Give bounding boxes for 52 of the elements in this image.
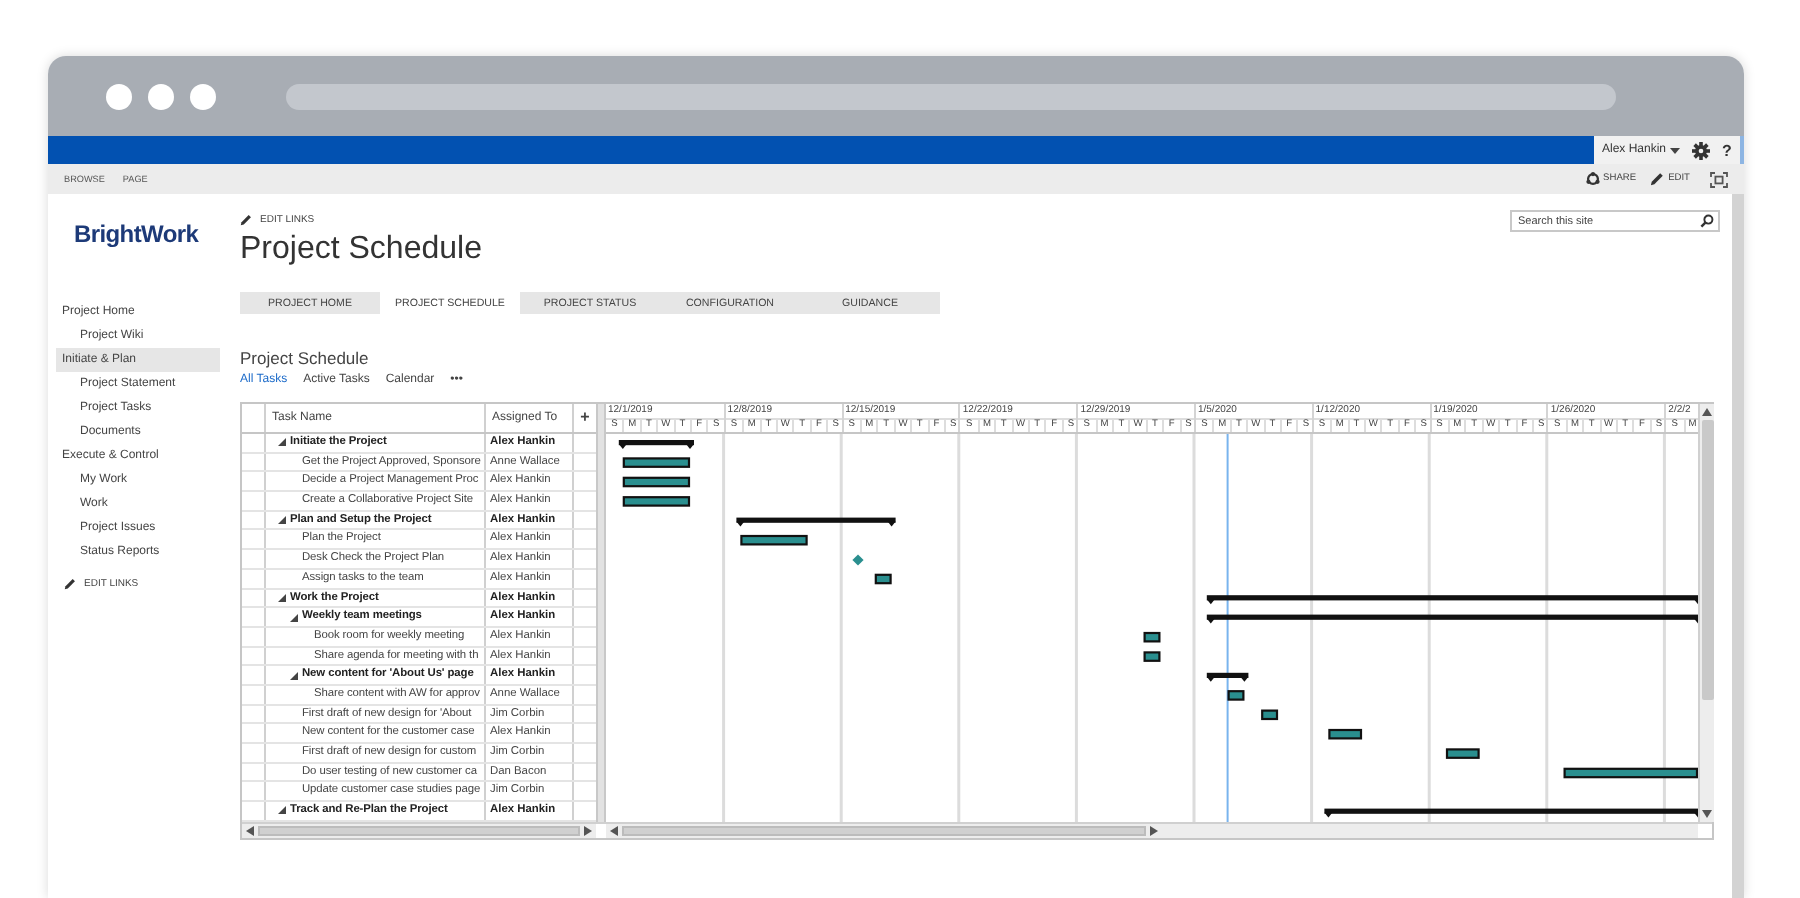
add-column-button[interactable]: + [574, 404, 596, 432]
section-title: Project Schedule [240, 348, 369, 370]
help-button[interactable]: ? [1722, 141, 1732, 159]
pencil-icon [1650, 172, 1665, 186]
scrollbar-thumb[interactable] [258, 826, 580, 836]
task-bar[interactable] [622, 457, 691, 468]
collapse-icon[interactable] [290, 671, 298, 680]
collapse-icon[interactable] [278, 516, 286, 525]
page-scrollbar[interactable] [1732, 194, 1744, 898]
task-bar[interactable] [740, 534, 808, 546]
scroll-right-icon[interactable] [584, 826, 592, 836]
scroll-down-icon[interactable] [1702, 810, 1712, 818]
collapse-icon[interactable] [278, 806, 286, 815]
scroll-right-icon[interactable] [1150, 826, 1158, 836]
settings-icon[interactable] [1692, 141, 1711, 159]
scroll-left-icon[interactable] [246, 826, 254, 836]
task-bar[interactable] [1143, 631, 1161, 643]
task-bar[interactable] [1445, 748, 1480, 759]
share-icon [1585, 172, 1600, 186]
task-bar[interactable] [622, 496, 691, 507]
collapse-icon[interactable] [278, 438, 286, 447]
summary-bar[interactable] [1206, 672, 1249, 682]
scroll-up-icon[interactable] [1702, 408, 1712, 416]
vertical-scrollbar[interactable] [1698, 404, 1714, 822]
horizontal-scrollbar[interactable] [606, 824, 1698, 838]
logo[interactable]: BrightWork [74, 220, 199, 248]
pencil-icon [64, 578, 76, 590]
scrollbar-thumb[interactable] [622, 826, 1146, 836]
window-control-dot[interactable] [190, 83, 216, 109]
scrollbar-thumb[interactable] [1701, 420, 1713, 700]
pencil-icon [240, 214, 252, 226]
collapse-icon[interactable] [290, 613, 298, 622]
horizontal-scrollbar[interactable] [242, 824, 596, 838]
summary-bar[interactable] [1206, 614, 1698, 624]
task-bar[interactable] [1261, 709, 1279, 721]
task-bar[interactable] [1328, 728, 1363, 740]
task-bar[interactable] [874, 573, 892, 585]
page-title: Project Schedule [240, 230, 482, 270]
search-icon[interactable] [1700, 214, 1714, 228]
summary-bar[interactable] [618, 440, 694, 449]
summary-bar[interactable] [736, 517, 896, 527]
caret-icon [1670, 147, 1681, 153]
focus-icon[interactable] [1710, 171, 1728, 187]
summary-bar[interactable] [1206, 595, 1698, 605]
scroll-left-icon[interactable] [610, 826, 618, 836]
collapse-icon[interactable] [278, 593, 286, 602]
task-bar[interactable] [622, 476, 691, 488]
summary-bar[interactable] [1324, 808, 1698, 818]
window-control-dot[interactable] [106, 83, 132, 109]
milestone-marker[interactable] [852, 554, 864, 566]
task-bar[interactable] [1563, 767, 1698, 779]
window-control-dot[interactable] [148, 83, 174, 109]
